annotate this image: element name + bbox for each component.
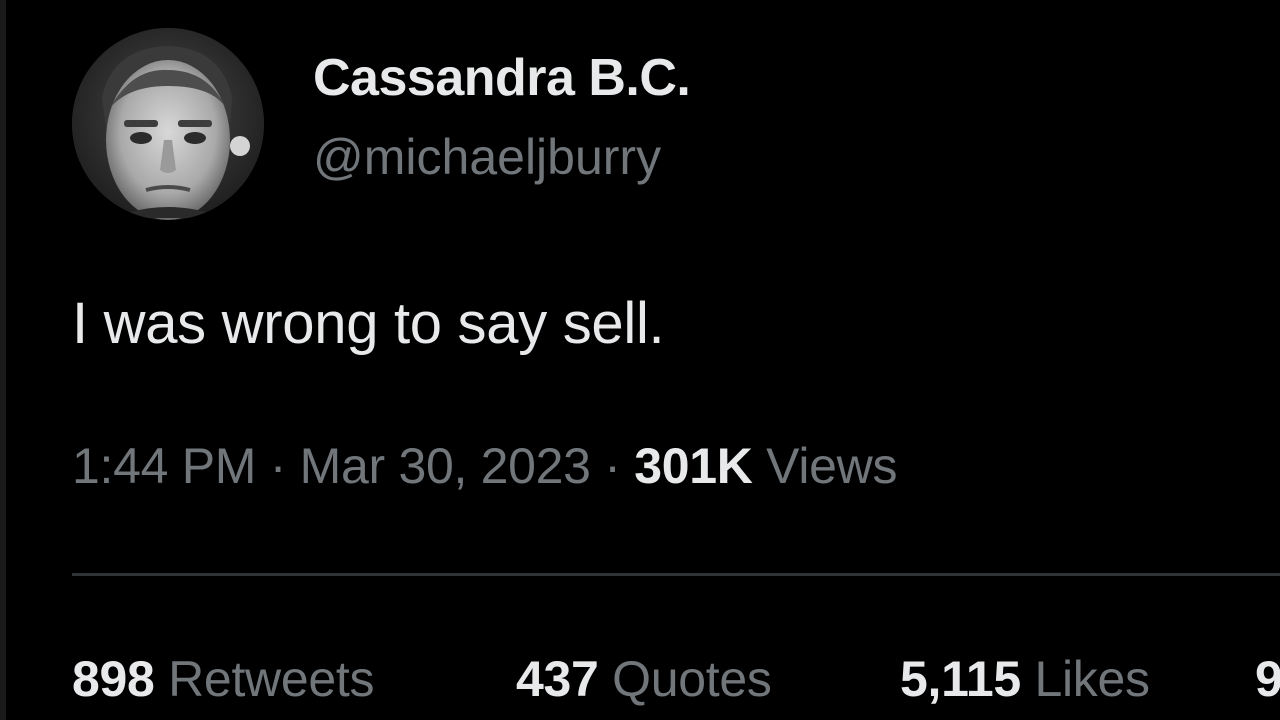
author-display-name[interactable]: Cassandra B.C.	[313, 48, 691, 108]
tweet-time[interactable]: 1:44 PM	[72, 438, 256, 494]
likes-label: Likes	[1034, 651, 1150, 707]
retweets-count: 898	[72, 651, 155, 707]
tweet-date[interactable]: Mar 30, 2023	[300, 438, 591, 494]
quotes-stat[interactable]: 437 Quotes	[516, 650, 772, 708]
avatar[interactable]	[72, 28, 264, 220]
likes-stat[interactable]: 5,115 Likes	[900, 650, 1150, 708]
likes-count: 5,115	[900, 651, 1021, 707]
tweet-meta: 1:44 PM · Mar 30, 2023 · 301K Views	[72, 437, 897, 495]
views-count[interactable]: 301K	[634, 438, 753, 494]
retweets-label: Retweets	[168, 651, 375, 707]
retweets-stat[interactable]: 898 Retweets	[72, 650, 374, 708]
tweet-card: Cassandra B.C. @michaeljburry I was wron…	[0, 0, 1280, 720]
avatar-photo	[72, 28, 264, 220]
tweet-text: I was wrong to say sell.	[72, 291, 665, 356]
divider	[72, 573, 1280, 576]
quotes-label: Quotes	[612, 651, 772, 707]
next-stat-count: 9	[1255, 651, 1280, 707]
meta-separator: ·	[269, 438, 287, 494]
meta-separator: ·	[604, 438, 621, 494]
quotes-count: 437	[516, 651, 599, 707]
next-stat-partial[interactable]: 9	[1255, 650, 1280, 708]
views-label: Views	[766, 438, 898, 494]
author-handle[interactable]: @michaeljburry	[313, 128, 661, 186]
